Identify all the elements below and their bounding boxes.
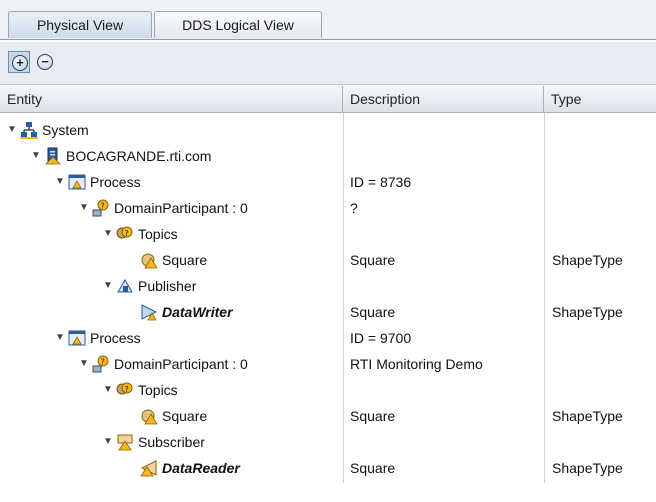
participant-warning-icon: ?	[92, 199, 110, 217]
type-cell: ShapeType	[552, 460, 623, 476]
expand-toggle-icon[interactable]: ▼	[102, 377, 114, 403]
tree-row[interactable]: ▼ Subscriber	[0, 429, 656, 455]
tree-row[interactable]: Square Square ShapeType	[0, 247, 656, 273]
entity-cell[interactable]: ▼ Publisher	[102, 273, 196, 299]
entity-cell[interactable]: ▼? DomainParticipant : 0	[78, 351, 248, 377]
description-cell: Square	[350, 408, 396, 424]
entity-label: Process	[90, 174, 141, 190]
entity-label: DataWriter	[162, 304, 233, 320]
svg-text:?: ?	[125, 385, 129, 394]
description-cell: Square	[350, 460, 396, 476]
svg-text:?: ?	[101, 202, 105, 211]
entity-cell[interactable]: DataWriter	[126, 299, 233, 325]
entity-cell[interactable]: ▼? DomainParticipant : 0	[78, 195, 248, 221]
expand-toggle-icon[interactable]: ▼	[54, 325, 66, 351]
topics-warning-icon: ?	[116, 225, 134, 243]
entity-cell[interactable]: ▼ Process	[54, 169, 141, 195]
entity-cell[interactable]: ▼? Topics	[102, 221, 178, 247]
entity-label: BOCAGRANDE.rti.com	[66, 148, 212, 164]
expand-toggle-icon[interactable]: ▼	[54, 169, 66, 195]
view-tab-bar: Physical View DDS Logical View	[0, 0, 656, 40]
expand-toggle-icon[interactable]: ▼	[78, 195, 90, 221]
entity-cell[interactable]: DataReader	[126, 455, 240, 481]
entity-cell[interactable]: ▼ Subscriber	[102, 429, 205, 455]
process-window-icon	[68, 173, 86, 191]
expand-toggle-icon[interactable]: ▼	[102, 221, 114, 247]
tree-row[interactable]: ▼ BOCAGRANDE.rti.com	[0, 143, 656, 169]
description-cell: Square	[350, 304, 396, 320]
entity-label: DataReader	[162, 460, 240, 476]
topics-warning-icon: ?	[116, 381, 134, 399]
process-window-icon	[68, 329, 86, 347]
entity-cell[interactable]: ▼ Process	[54, 325, 141, 351]
entity-label: DomainParticipant : 0	[114, 200, 248, 216]
topic-warning-icon	[140, 251, 158, 269]
host-server-icon	[44, 147, 62, 165]
entity-label: DomainParticipant : 0	[114, 356, 248, 372]
minus-circle-icon: −	[37, 54, 53, 70]
description-cell: ID = 9700	[350, 330, 412, 346]
tree-row[interactable]: ▼? Topics	[0, 221, 656, 247]
entity-label: Topics	[138, 382, 178, 398]
expand-toggle-icon[interactable]: ▼	[102, 429, 114, 455]
svg-text:?: ?	[101, 358, 105, 367]
type-cell: ShapeType	[552, 252, 623, 268]
expand-toggle-icon[interactable]: ▼	[30, 143, 42, 169]
entity-label: Subscriber	[138, 434, 205, 450]
description-cell: RTI Monitoring Demo	[350, 356, 483, 372]
type-cell: ShapeType	[552, 408, 623, 424]
tab-physical-view[interactable]: Physical View	[8, 11, 152, 38]
system-network-icon	[20, 121, 38, 139]
tree-row[interactable]: Square Square ShapeType	[0, 403, 656, 429]
subscriber-warning-icon	[116, 433, 134, 451]
tab-divider	[0, 39, 656, 40]
topic-warning-icon	[140, 407, 158, 425]
entity-label: Process	[90, 330, 141, 346]
entity-cell[interactable]: ▼ System	[6, 117, 89, 143]
entity-label: Square	[162, 252, 208, 268]
tree-row[interactable]: DataReader Square ShapeType	[0, 455, 656, 481]
entity-cell[interactable]: ▼? Topics	[102, 377, 178, 403]
type-cell: ShapeType	[552, 304, 623, 320]
column-header-type[interactable]: Type	[544, 86, 656, 112]
collapse-all-button[interactable]: −	[34, 51, 56, 73]
datawriter-icon	[140, 303, 158, 321]
column-header-description[interactable]: Description	[343, 86, 544, 112]
tree-row[interactable]: ▼ System	[0, 117, 656, 143]
entity-label: Publisher	[138, 278, 197, 294]
description-cell: Square	[350, 252, 396, 268]
entity-cell[interactable]: ▼ BOCAGRANDE.rti.com	[30, 143, 211, 169]
plus-circle-icon: +	[12, 55, 28, 71]
entity-label: Square	[162, 408, 208, 424]
column-header-entity[interactable]: Entity	[0, 86, 343, 112]
tree-row[interactable]: ▼? DomainParticipant : 0 RTI Monitoring De…	[0, 351, 656, 377]
svg-text:?: ?	[125, 229, 129, 238]
tree-row[interactable]: ▼? Topics	[0, 377, 656, 403]
entity-cell[interactable]: Square	[126, 247, 207, 273]
tab-dds-logical-view[interactable]: DDS Logical View	[154, 11, 322, 38]
entity-label: Topics	[138, 226, 178, 242]
tree-row[interactable]: ▼ Publisher	[0, 273, 656, 299]
tree-row[interactable]: ▼? DomainParticipant : 0?	[0, 195, 656, 221]
expand-toggle-icon[interactable]: ▼	[6, 117, 18, 143]
participant-warning-icon: ?	[92, 355, 110, 373]
description-cell: ?	[350, 200, 358, 216]
entity-label: System	[42, 122, 89, 138]
publisher-icon	[116, 277, 134, 295]
expand-toggle-icon[interactable]: ▼	[78, 351, 90, 377]
expand-all-button[interactable]: +	[8, 51, 30, 73]
tree-row[interactable]: ▼ Process ID = 9700	[0, 325, 656, 351]
description-cell: ID = 8736	[350, 174, 412, 190]
expand-toggle-icon[interactable]: ▼	[102, 273, 114, 299]
table-header: Entity Description Type	[0, 86, 656, 113]
datareader-warning-icon	[140, 459, 158, 477]
toolbar: + −	[0, 42, 656, 85]
tree-row[interactable]: ▼ Process ID = 8736	[0, 169, 656, 195]
entity-cell[interactable]: Square	[126, 403, 207, 429]
tree-row[interactable]: DataWriter Square ShapeType	[0, 299, 656, 325]
